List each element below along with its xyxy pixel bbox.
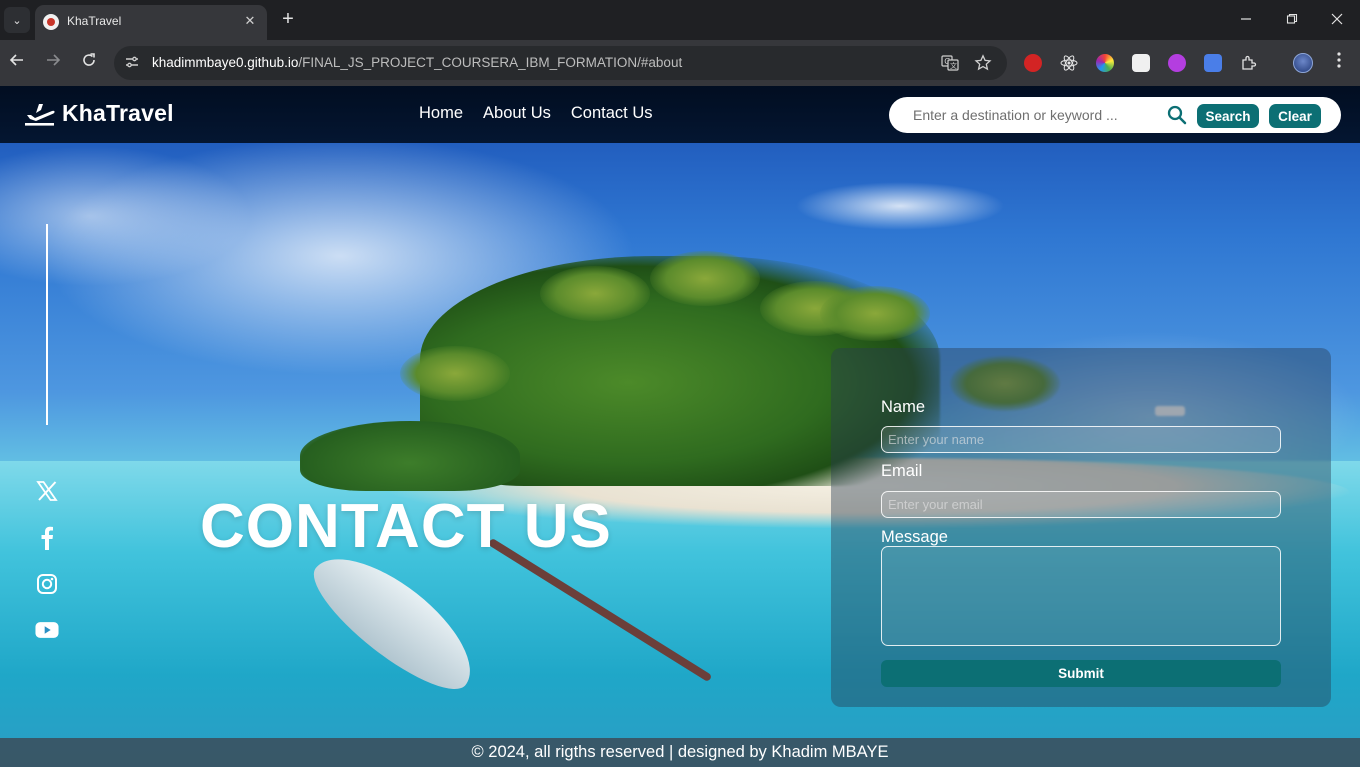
nav-contact-us[interactable]: Contact Us	[571, 104, 653, 123]
palm-tree	[540, 266, 650, 321]
email-label: Email	[881, 462, 923, 480]
name-input[interactable]	[881, 426, 1281, 453]
palm-tree	[650, 251, 760, 306]
tab-search-icon[interactable]: ⌄	[4, 7, 30, 33]
extensions-icon[interactable]	[1240, 54, 1258, 72]
tab-title: KhaTravel	[67, 14, 122, 28]
brand-name: KhaTravel	[62, 100, 174, 126]
back-icon[interactable]	[4, 50, 30, 76]
browser-tab-bar: ⌄ KhaTravel ✕ +	[0, 0, 1360, 40]
profile-icon[interactable]	[1293, 53, 1313, 73]
email-input[interactable]	[881, 491, 1281, 518]
minimize-icon[interactable]	[1231, 8, 1261, 32]
contact-form: Name Email Message Submit	[831, 348, 1331, 707]
web-page: KhaTravel Home About Us Contact Us Searc…	[0, 86, 1360, 767]
extension-adblock-icon[interactable]	[1024, 54, 1042, 72]
search-input[interactable]	[913, 104, 1153, 126]
svg-text:文: 文	[950, 61, 957, 70]
forward-icon[interactable]	[40, 50, 66, 76]
close-icon[interactable]: ✕	[241, 12, 259, 30]
extension-purple-icon[interactable]	[1168, 54, 1186, 72]
translate-icon[interactable]: G文	[941, 54, 959, 72]
social-divider	[46, 224, 48, 425]
menu-icon[interactable]	[1330, 52, 1348, 74]
site-footer: © 2024, all rigths reserved | designed b…	[0, 738, 1360, 767]
palm-tree	[820, 286, 930, 341]
main-nav: Home About Us Contact Us	[419, 104, 653, 123]
new-tab-icon[interactable]: +	[277, 8, 299, 30]
url-path: /FINAL_JS_PROJECT_COURSERA_IBM_FORMATION…	[298, 55, 683, 70]
window-close-icon[interactable]	[1322, 8, 1352, 32]
island-bush	[300, 421, 520, 491]
site-header: KhaTravel Home About Us Contact Us Searc…	[0, 86, 1360, 143]
airplane-icon	[25, 103, 55, 126]
nav-home[interactable]: Home	[419, 104, 463, 123]
message-label: Message	[881, 528, 948, 546]
browser-toolbar: khadimmbaye0.github.io/FINAL_JS_PROJECT_…	[0, 40, 1360, 86]
browser-tab[interactable]: KhaTravel ✕	[35, 5, 267, 40]
address-bar[interactable]: khadimmbaye0.github.io/FINAL_JS_PROJECT_…	[114, 46, 1007, 80]
extension-cube-icon[interactable]	[1132, 54, 1150, 72]
search-box: Search Clear	[889, 97, 1341, 133]
nav-about-us[interactable]: About Us	[483, 104, 551, 123]
instagram-icon[interactable]	[35, 572, 59, 596]
site-info-icon[interactable]	[123, 54, 141, 72]
submit-button[interactable]: Submit	[881, 660, 1281, 687]
url-host: khadimmbaye0.github.io	[152, 55, 299, 70]
facebook-icon[interactable]	[35, 526, 59, 550]
extension-translate-icon[interactable]	[1204, 54, 1222, 72]
youtube-icon[interactable]	[35, 618, 59, 642]
extension-react-icon[interactable]	[1060, 54, 1078, 72]
clear-button[interactable]: Clear	[1269, 104, 1321, 128]
palm-tree	[400, 346, 510, 401]
search-icon[interactable]	[1167, 105, 1187, 125]
page-heading: CONTACT US	[200, 492, 612, 561]
url-text[interactable]: khadimmbaye0.github.io/FINAL_JS_PROJECT_…	[152, 55, 682, 70]
extension-colorpicker-icon[interactable]	[1096, 54, 1114, 72]
name-label: Name	[881, 398, 926, 416]
search-button[interactable]: Search	[1197, 104, 1259, 128]
site-favicon	[43, 14, 59, 30]
site-logo[interactable]: KhaTravel	[24, 100, 174, 127]
reload-icon[interactable]	[76, 50, 102, 76]
x-icon[interactable]	[35, 479, 59, 503]
message-textarea[interactable]	[881, 546, 1281, 646]
maximize-icon[interactable]	[1277, 8, 1307, 32]
bookmark-star-icon[interactable]	[974, 54, 992, 72]
